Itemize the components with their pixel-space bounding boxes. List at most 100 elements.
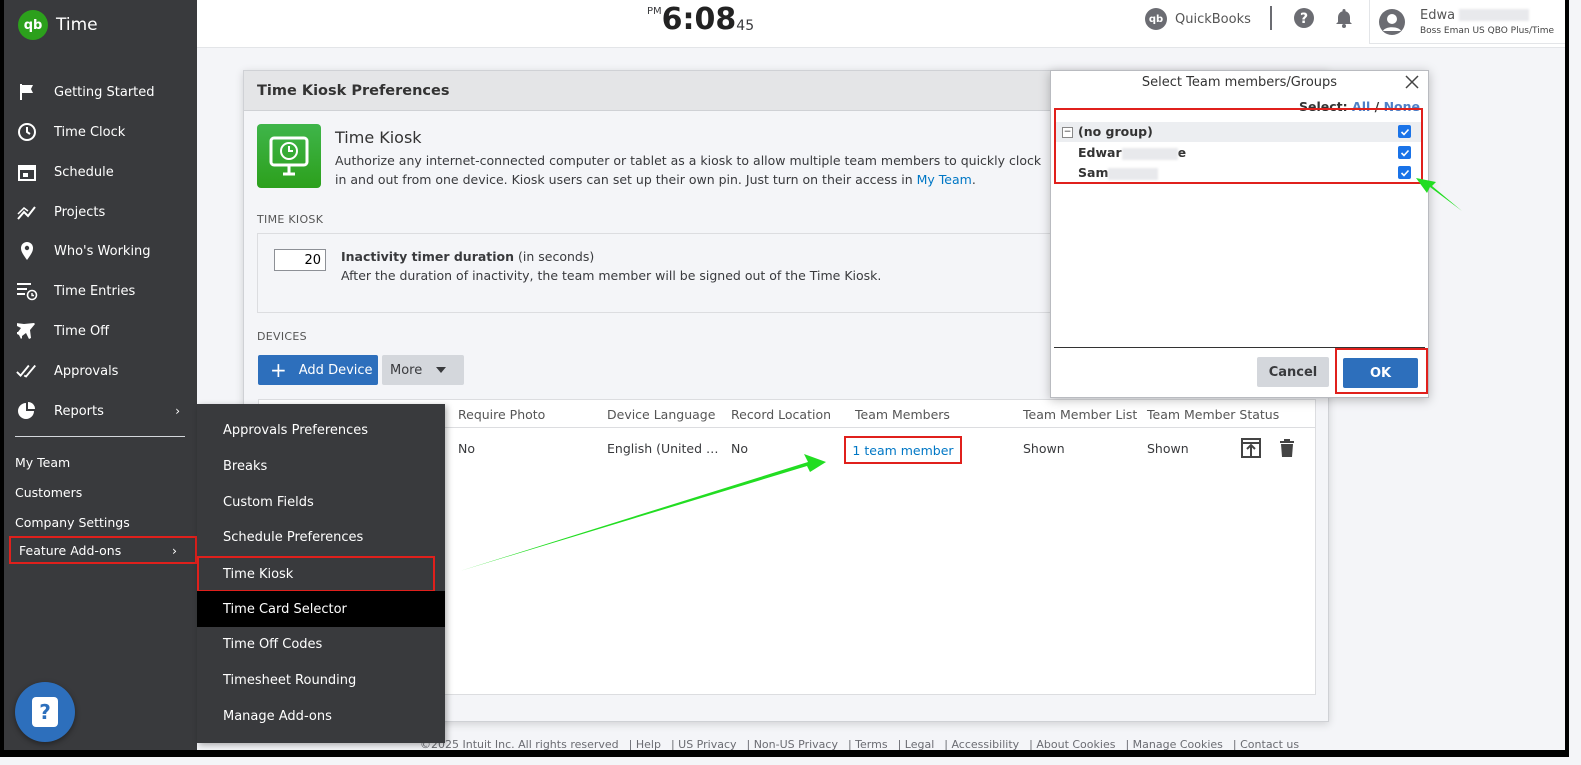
bell-icon[interactable] [1332, 6, 1356, 30]
group-name: (no group) [1078, 124, 1153, 139]
sidebar-item-whos-working[interactable]: Who's Working [16, 236, 186, 266]
member-name: Edwar e [1078, 145, 1187, 160]
sidebar-item-projects[interactable]: Projects [16, 197, 186, 227]
feature-addons-menu: Approvals Preferences Breaks Custom Fiel… [197, 404, 445, 743]
clock-time: 6:08 [661, 2, 737, 37]
trash-icon[interactable] [1275, 436, 1299, 460]
cell-require-photo: No [458, 441, 475, 456]
col-require-photo[interactable]: Require Photo [458, 407, 545, 422]
top-header: PM 6:08 45 qb QuickBooks ? Edwa Boss Ema… [197, 0, 1569, 48]
group-checkbox[interactable] [1398, 125, 1411, 138]
sidebar-item-getting-started[interactable]: Getting Started [16, 77, 186, 107]
sidebar-item-time-off[interactable]: Time Off [16, 316, 186, 346]
section-devices: DEVICES [257, 330, 307, 343]
member-name: Sam [1078, 165, 1159, 180]
sidebar-item-time-clock[interactable]: Time Clock [16, 117, 186, 147]
menu-item-breaks[interactable]: Breaks [197, 448, 445, 484]
sidebar-item-label: Time Entries [54, 283, 136, 299]
sidebar-item-label: Approvals [54, 363, 119, 379]
sidebar-item-label: Time Off [54, 323, 110, 339]
help-circle-icon[interactable]: ? [1292, 6, 1316, 30]
chevron-right-icon: › [172, 542, 177, 558]
sidebar-item-approvals[interactable]: Approvals [16, 356, 186, 386]
col-record-location[interactable]: Record Location [731, 407, 831, 422]
help-button[interactable]: ? [15, 682, 75, 742]
menu-item-timesheet-rounding[interactable]: Timesheet Rounding [197, 662, 445, 698]
app-logo[interactable]: qb Time [18, 10, 98, 40]
group-row[interactable]: − (no group) [1056, 122, 1421, 142]
add-device-button[interactable]: + Add Device [258, 355, 378, 385]
sidebar-item-label: Schedule [54, 164, 114, 180]
sidebar-item-label: Reports [54, 403, 104, 419]
sidebar-item-label: Projects [54, 204, 106, 220]
airplane-icon [16, 320, 38, 342]
menu-item-time-off-codes[interactable]: Time Off Codes [197, 626, 445, 662]
sidebar-item-my-team[interactable]: My Team [15, 451, 70, 473]
col-device-language[interactable]: Device Language [607, 407, 715, 422]
app-name: Time [56, 15, 98, 35]
sidebar: qb Time Getting Started Time Clock Sched… [0, 0, 197, 757]
window-frame-right [1565, 0, 1569, 757]
quickbooks-icon: qb [1145, 8, 1167, 30]
menu-item-schedule-preferences[interactable]: Schedule Preferences [197, 519, 445, 555]
user-menu[interactable]: Edwa Boss Eman US QBO Plus/Time [1369, 0, 1569, 44]
kiosk-description: Authorize any internet-connected compute… [335, 153, 1042, 187]
sidebar-item-schedule[interactable]: Schedule [16, 157, 186, 187]
sidebar-item-reports[interactable]: Reports › [16, 396, 186, 426]
col-team-member-list[interactable]: Team Member List [1023, 407, 1137, 422]
double-check-icon [16, 360, 38, 382]
inactivity-timer-panel: Inactivity timer duration (in seconds) A… [257, 233, 1087, 313]
my-team-link[interactable]: My Team [917, 172, 972, 187]
member-checkbox[interactable] [1398, 146, 1411, 159]
close-icon[interactable] [1404, 74, 1420, 90]
user-name: Edwa [1420, 8, 1554, 23]
cancel-button[interactable]: Cancel [1257, 357, 1329, 387]
team-members-link[interactable]: 1 team member [844, 436, 962, 464]
members-scroll-area [1054, 186, 1425, 348]
kiosk-monitor-icon [257, 124, 321, 188]
location-pin-icon [16, 240, 38, 262]
timer-description: After the duration of inactivity, the te… [341, 268, 882, 283]
dialog-title: Select Team members/Groups [1141, 75, 1338, 90]
sidebar-item-label: Time Clock [54, 124, 126, 140]
caret-down-icon [436, 367, 446, 373]
quickbooks-link[interactable]: qb QuickBooks [1145, 8, 1251, 30]
menu-item-approvals-preferences[interactable]: Approvals Preferences [197, 412, 445, 448]
svg-text:?: ? [1300, 11, 1308, 27]
clock-ampm: PM [647, 6, 662, 17]
menu-item-time-card-selector[interactable]: Time Card Selector [197, 591, 445, 627]
quickbooks-label: QuickBooks [1175, 11, 1251, 27]
company-name: Boss Eman US QBO Plus/Time [1420, 25, 1555, 36]
help-icon: ? [32, 697, 58, 727]
sidebar-divider [15, 436, 185, 437]
sidebar-item-label: Getting Started [54, 84, 155, 100]
sidebar-item-customers[interactable]: Customers [15, 481, 82, 503]
menu-item-custom-fields[interactable]: Custom Fields [197, 484, 445, 520]
member-row[interactable]: Sam [1056, 163, 1421, 183]
plus-icon: + [270, 358, 287, 382]
sidebar-item-feature-addons[interactable]: Feature Add-ons › [9, 536, 197, 564]
ok-button-highlight: OK [1335, 348, 1428, 394]
cell-record-location: No [731, 441, 748, 456]
sidebar-item-time-entries[interactable]: Time Entries [16, 276, 186, 306]
menu-item-time-kiosk[interactable]: Time Kiosk [197, 556, 435, 592]
cell-member-list: Shown [1023, 441, 1065, 456]
ok-button[interactable]: OK [1343, 358, 1418, 388]
member-checkbox[interactable] [1398, 166, 1411, 179]
upload-icon[interactable] [1239, 436, 1263, 460]
projects-chart-icon [16, 201, 38, 223]
calendar-icon [16, 161, 38, 183]
more-button[interactable]: More [382, 355, 464, 385]
menu-item-manage-addons[interactable]: Manage Add-ons [197, 698, 445, 734]
flag-icon [16, 81, 38, 103]
cell-member-status: Shown [1147, 441, 1189, 456]
quickbooks-logo-icon: qb [18, 10, 48, 40]
sidebar-item-company-settings[interactable]: Company Settings [15, 511, 130, 533]
inactivity-timer-input[interactable] [274, 249, 326, 271]
member-row[interactable]: Edwar e [1056, 143, 1421, 163]
collapse-icon[interactable]: − [1062, 127, 1073, 138]
pie-chart-icon [16, 400, 38, 422]
col-team-members[interactable]: Team Members [855, 407, 950, 422]
col-team-member-status[interactable]: Team Member Status [1147, 407, 1279, 422]
section-time-kiosk: TIME KIOSK [257, 213, 324, 226]
